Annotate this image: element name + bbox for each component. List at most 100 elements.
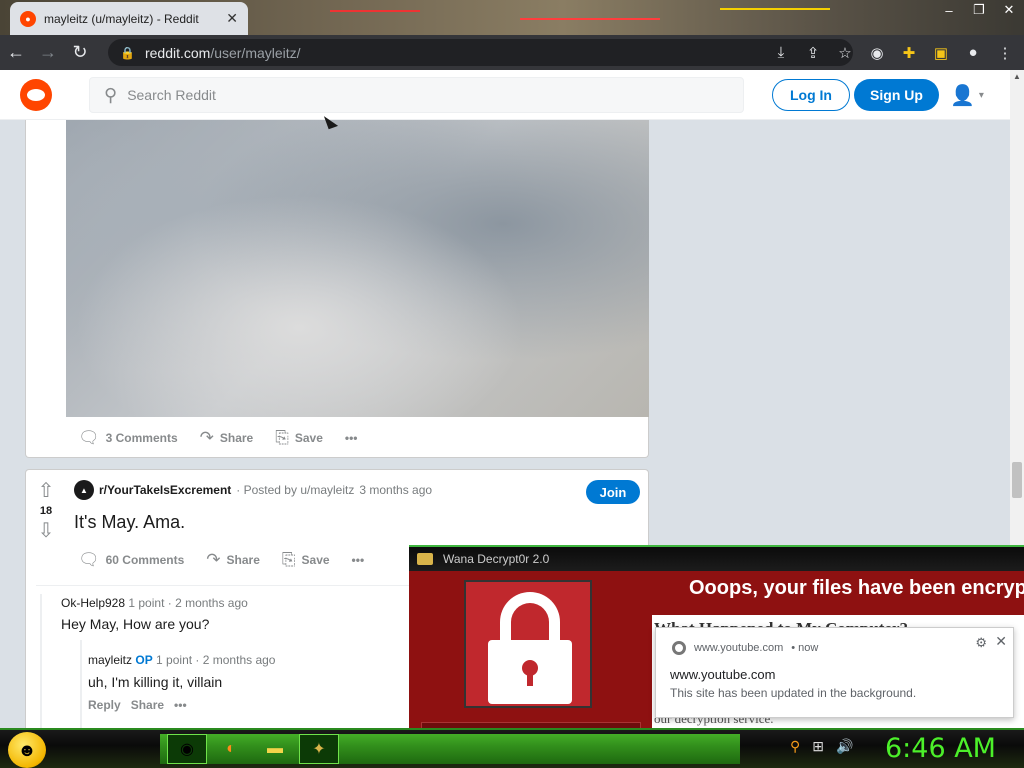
chrome-icon <box>672 641 686 655</box>
subreddit-link[interactable]: r/YourTakeIsExcrement <box>99 483 231 497</box>
comment-points: 1 point <box>156 653 193 667</box>
site-notification[interactable]: www.youtube.com • now ⚙ ✕ www.youtube.co… <box>655 627 1014 718</box>
save-button[interactable]: ⎘ Save <box>275 428 323 448</box>
share-button[interactable]: ↷ Share <box>206 550 260 570</box>
browser-titlebar: ● mayleitz (u/mayleitz) - Reddit ✕ – ❐ ✕ <box>0 0 1024 35</box>
address-bar[interactable]: 🔒 reddit.com /user/mayleitz/ <box>108 39 853 66</box>
restore-icon[interactable]: ❐ <box>964 0 994 20</box>
user-menu[interactable]: 👤 ▾ <box>950 82 992 108</box>
menu-dots-icon[interactable]: ⋮ <box>994 42 1016 64</box>
wana-taskbar-icon[interactable]: ✦ <box>299 734 339 764</box>
comments-button[interactable]: 🗨 60 Comments <box>78 550 184 570</box>
notification-title: www.youtube.com <box>670 667 776 682</box>
url-host: reddit.com <box>144 44 211 61</box>
install-icon[interactable]: ⤓ <box>770 42 792 64</box>
upvote-icon[interactable]: ⇧ <box>34 480 58 502</box>
wana-headline: Ooops, your files have been encryp <box>689 577 1024 599</box>
comment-meta: mayleitz OP 1 point · 2 months ago <box>88 653 275 667</box>
close-icon[interactable]: ✕ <box>995 633 1007 650</box>
comment-actions: Reply Share ••• <box>88 698 187 712</box>
share-arrow-icon: ↷ <box>199 428 214 447</box>
sidepanel-icon[interactable]: ▣ <box>930 42 952 64</box>
save-button[interactable]: ⎘ Save <box>282 550 330 570</box>
comments-label: 3 Comments <box>105 431 178 445</box>
share-label: Share <box>226 553 260 567</box>
bookmark-icon: ⎘ <box>281 550 296 569</box>
comment-more-button[interactable]: ••• <box>174 698 187 712</box>
reload-icon[interactable]: ↻ <box>64 37 96 69</box>
post-meta: ▲ r/YourTakeIsExcrement · Posted by u/ma… <box>74 480 432 500</box>
post-image[interactable] <box>66 120 649 417</box>
signup-button[interactable]: Sign Up <box>854 79 939 111</box>
downvote-icon[interactable]: ⇩ <box>34 520 58 542</box>
save-label: Save <box>294 431 323 445</box>
notification-source: www.youtube.com • now <box>672 641 818 655</box>
comment-share-button[interactable]: Share <box>131 698 164 712</box>
vote-count: 18 <box>39 505 53 517</box>
post-time: 3 months ago <box>359 483 433 497</box>
post-title[interactable]: It's May. Ama. <box>74 512 185 533</box>
flag-extension-icon[interactable]: ◉ <box>866 42 888 64</box>
bookmark-star-icon[interactable]: ☆ <box>834 42 856 64</box>
search-icon: ⚲ <box>104 84 118 105</box>
save-label: Save <box>301 553 330 567</box>
firefox-taskbar-icon[interactable]: ◐ <box>211 734 251 764</box>
forward-icon[interactable]: → <box>32 37 64 69</box>
back-icon[interactable]: ← <box>0 37 32 69</box>
comment-thread-line[interactable] <box>40 594 42 734</box>
chrome-taskbar-icon[interactable]: ◉ <box>167 734 207 764</box>
scrollbar-thumb[interactable] <box>1012 462 1022 498</box>
browser-tab[interactable]: ● mayleitz (u/mayleitz) - Reddit ✕ <box>10 2 248 35</box>
tab-title: mayleitz (u/mayleitz) - Reddit <box>44 11 199 26</box>
comments-label: 60 Comments <box>105 553 185 567</box>
folder-taskbar-icon[interactable]: ▬ <box>255 734 295 764</box>
network-icon[interactable]: ⊞ <box>812 738 824 755</box>
comments-button[interactable]: 🗨 3 Comments <box>78 428 178 448</box>
wana-title: Wana Decrypt0r 2.0 <box>443 552 550 566</box>
gear-icon[interactable]: ⚙ <box>975 635 987 651</box>
search-input[interactable] <box>127 87 688 103</box>
reddit-favicon-icon: ● <box>20 10 36 27</box>
system-tray: ⚲ ⊞ 🔊 <box>790 738 853 755</box>
reddit-logo-icon[interactable] <box>20 79 52 111</box>
wana-app-icon <box>417 553 433 565</box>
posted-by[interactable]: · Posted by u/mayleitz <box>236 483 354 497</box>
window-controls: – ❐ ✕ <box>934 0 1024 20</box>
comment-thread-line[interactable] <box>80 640 82 730</box>
comment-icon: 🗨 <box>78 428 100 447</box>
more-options-button[interactable]: ••• <box>352 553 365 567</box>
search-box[interactable]: ⚲ <box>89 77 744 113</box>
comment-author[interactable]: Ok-Help928 <box>61 596 125 610</box>
scroll-up-icon[interactable]: ▲ <box>1013 72 1021 81</box>
comment-text: uh, I'm killing it, villain <box>88 674 223 690</box>
comment-author[interactable]: mayleitz <box>88 653 132 667</box>
comment-icon: 🗨 <box>78 550 100 569</box>
subreddit-icon[interactable]: ▲ <box>74 480 94 500</box>
chevron-down-icon: ▾ <box>978 89 984 101</box>
extensions-puzzle-icon[interactable]: ✚ <box>898 42 920 64</box>
more-options-button[interactable]: ••• <box>345 431 358 445</box>
volume-icon[interactable]: 🔊 <box>836 738 853 755</box>
share-button[interactable]: ↷ Share <box>200 428 254 448</box>
wana-titlebar[interactable]: Wana Decrypt0r 2.0 <box>409 547 1024 571</box>
join-button[interactable]: Join <box>586 480 640 504</box>
browser-toolbar: ← → ↻ 🔒 reddit.com /user/mayleitz/ ⤓ ⇪ ☆… <box>0 35 1024 70</box>
search-icon[interactable]: ⚲ <box>790 738 800 755</box>
share-icon[interactable]: ⇪ <box>802 42 824 64</box>
profile-icon[interactable]: ● <box>962 42 984 64</box>
login-button[interactable]: Log In <box>772 79 850 111</box>
post-actions: 🗨 3 Comments ↷ Share ⎘ Save ••• <box>78 428 357 448</box>
start-button[interactable]: ☻ <box>8 732 46 768</box>
taskbar-clock[interactable]: 6:46 AM <box>885 733 996 764</box>
reply-button[interactable]: Reply <box>88 698 121 712</box>
notification-source-host: www.youtube.com <box>694 642 784 654</box>
wallpaper-streak <box>520 18 660 20</box>
vote-column: ⇧ 18 ⇩ <box>34 480 58 542</box>
op-badge: OP <box>135 653 153 667</box>
tab-close-icon[interactable]: ✕ <box>226 10 238 27</box>
taskbar: ☻ ◉ ◐ ▬ ✦ ⚲ ⊞ 🔊 6:46 AM <box>0 728 1024 768</box>
reddit-header: ⚲ Log In Sign Up 👤 ▾ <box>0 70 1010 120</box>
close-icon[interactable]: ✕ <box>994 0 1024 20</box>
padlock-icon <box>464 580 592 708</box>
minimize-icon[interactable]: – <box>934 0 964 20</box>
